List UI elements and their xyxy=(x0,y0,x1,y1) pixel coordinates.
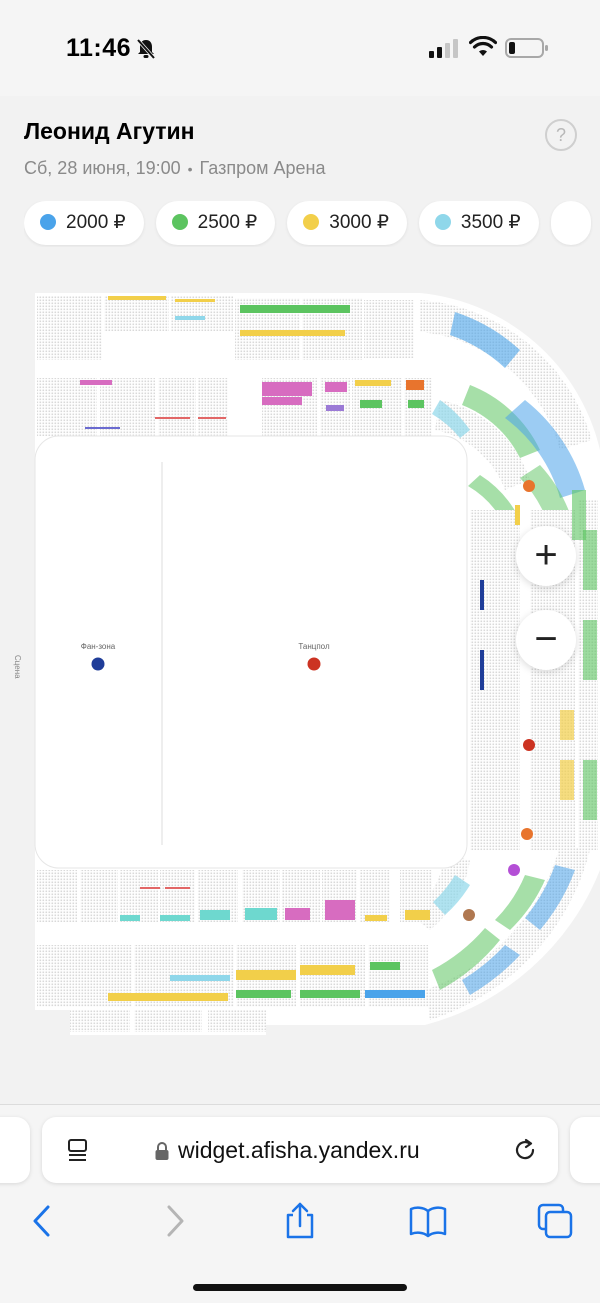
price-swatch xyxy=(40,213,56,230)
forward-icon[interactable] xyxy=(154,1201,194,1241)
back-icon[interactable] xyxy=(23,1201,63,1241)
price-chip-2000[interactable]: 2000 ₽ xyxy=(24,201,144,245)
previous-tab-pill[interactable] xyxy=(0,1117,30,1183)
event-title: Леонид Агутин xyxy=(24,118,195,144)
price-label: 3000 ₽ xyxy=(329,212,389,233)
dance-floor-marker[interactable] xyxy=(307,657,321,671)
fan-zone-label: Фан-зона xyxy=(81,642,116,651)
price-swatch xyxy=(434,213,451,230)
page-menu-icon[interactable] xyxy=(66,1137,92,1163)
fan-zone-marker[interactable] xyxy=(91,657,105,671)
event-venue: Газпром Арена xyxy=(199,158,326,178)
address-bar[interactable]: widget.afisha.yandex.ru xyxy=(42,1117,558,1183)
browser-chrome: widget.afisha.yandex.ru xyxy=(0,1104,600,1303)
bell-muted-icon xyxy=(136,38,156,60)
help-icon[interactable]: ? xyxy=(545,119,577,151)
sector-marker-orange[interactable] xyxy=(521,828,533,840)
reload-icon[interactable] xyxy=(512,1137,538,1163)
price-label: 2000 ₽ xyxy=(66,212,126,233)
separator: • xyxy=(187,161,193,177)
lock-icon xyxy=(155,1142,169,1160)
field-area xyxy=(34,435,468,869)
event-date: Сб, 28 июня, 19:00 xyxy=(24,158,181,178)
home-indicator xyxy=(193,1284,407,1291)
bookmarks-icon[interactable] xyxy=(408,1201,448,1241)
tabs-icon[interactable] xyxy=(535,1201,575,1241)
price-chip-more[interactable] xyxy=(550,201,591,245)
status-time: 11:46 xyxy=(66,34,132,62)
seating-map-svg[interactable]: Сцена Фан-зона Танцпол xyxy=(0,290,600,1050)
price-chip-3000[interactable]: 3000 ₽ xyxy=(287,201,407,245)
price-label: 3500 ₽ xyxy=(460,212,521,233)
event-subtitle: Сб, 28 июня, 19:00 • Газпром Арена xyxy=(24,158,325,179)
share-icon[interactable] xyxy=(280,1201,320,1241)
sector-marker-brown[interactable] xyxy=(463,909,475,921)
zoom-out-button[interactable]: − xyxy=(516,610,576,670)
cellular-signal-icon xyxy=(429,39,458,58)
wifi-icon xyxy=(469,36,497,56)
price-swatch xyxy=(171,213,188,230)
sector-marker-purple[interactable] xyxy=(508,864,520,876)
battery-icon xyxy=(505,38,548,58)
sector-marker-red[interactable] xyxy=(523,739,535,751)
price-chip-2500[interactable]: 2500 ₽ xyxy=(155,201,276,245)
stage-label: Сцена xyxy=(13,655,22,679)
sector-marker-orange[interactable] xyxy=(523,480,535,492)
price-chip-3500[interactable]: 3500 ₽ xyxy=(418,201,539,245)
zoom-in-button[interactable]: + xyxy=(516,526,576,586)
dance-floor-label: Танцпол xyxy=(298,642,330,651)
price-filter-chips: 2000 ₽ 2500 ₽ 3000 ₽ 3500 ₽ xyxy=(24,201,600,247)
status-bar: 11:46 xyxy=(0,0,600,96)
next-tab-pill[interactable] xyxy=(570,1117,600,1183)
url-text: widget.afisha.yandex.ru xyxy=(178,1137,420,1163)
price-label: 2500 ₽ xyxy=(197,212,258,233)
seating-map[interactable]: Сцена Фан-зона Танцпол + − xyxy=(0,290,600,1050)
price-swatch xyxy=(303,213,320,230)
